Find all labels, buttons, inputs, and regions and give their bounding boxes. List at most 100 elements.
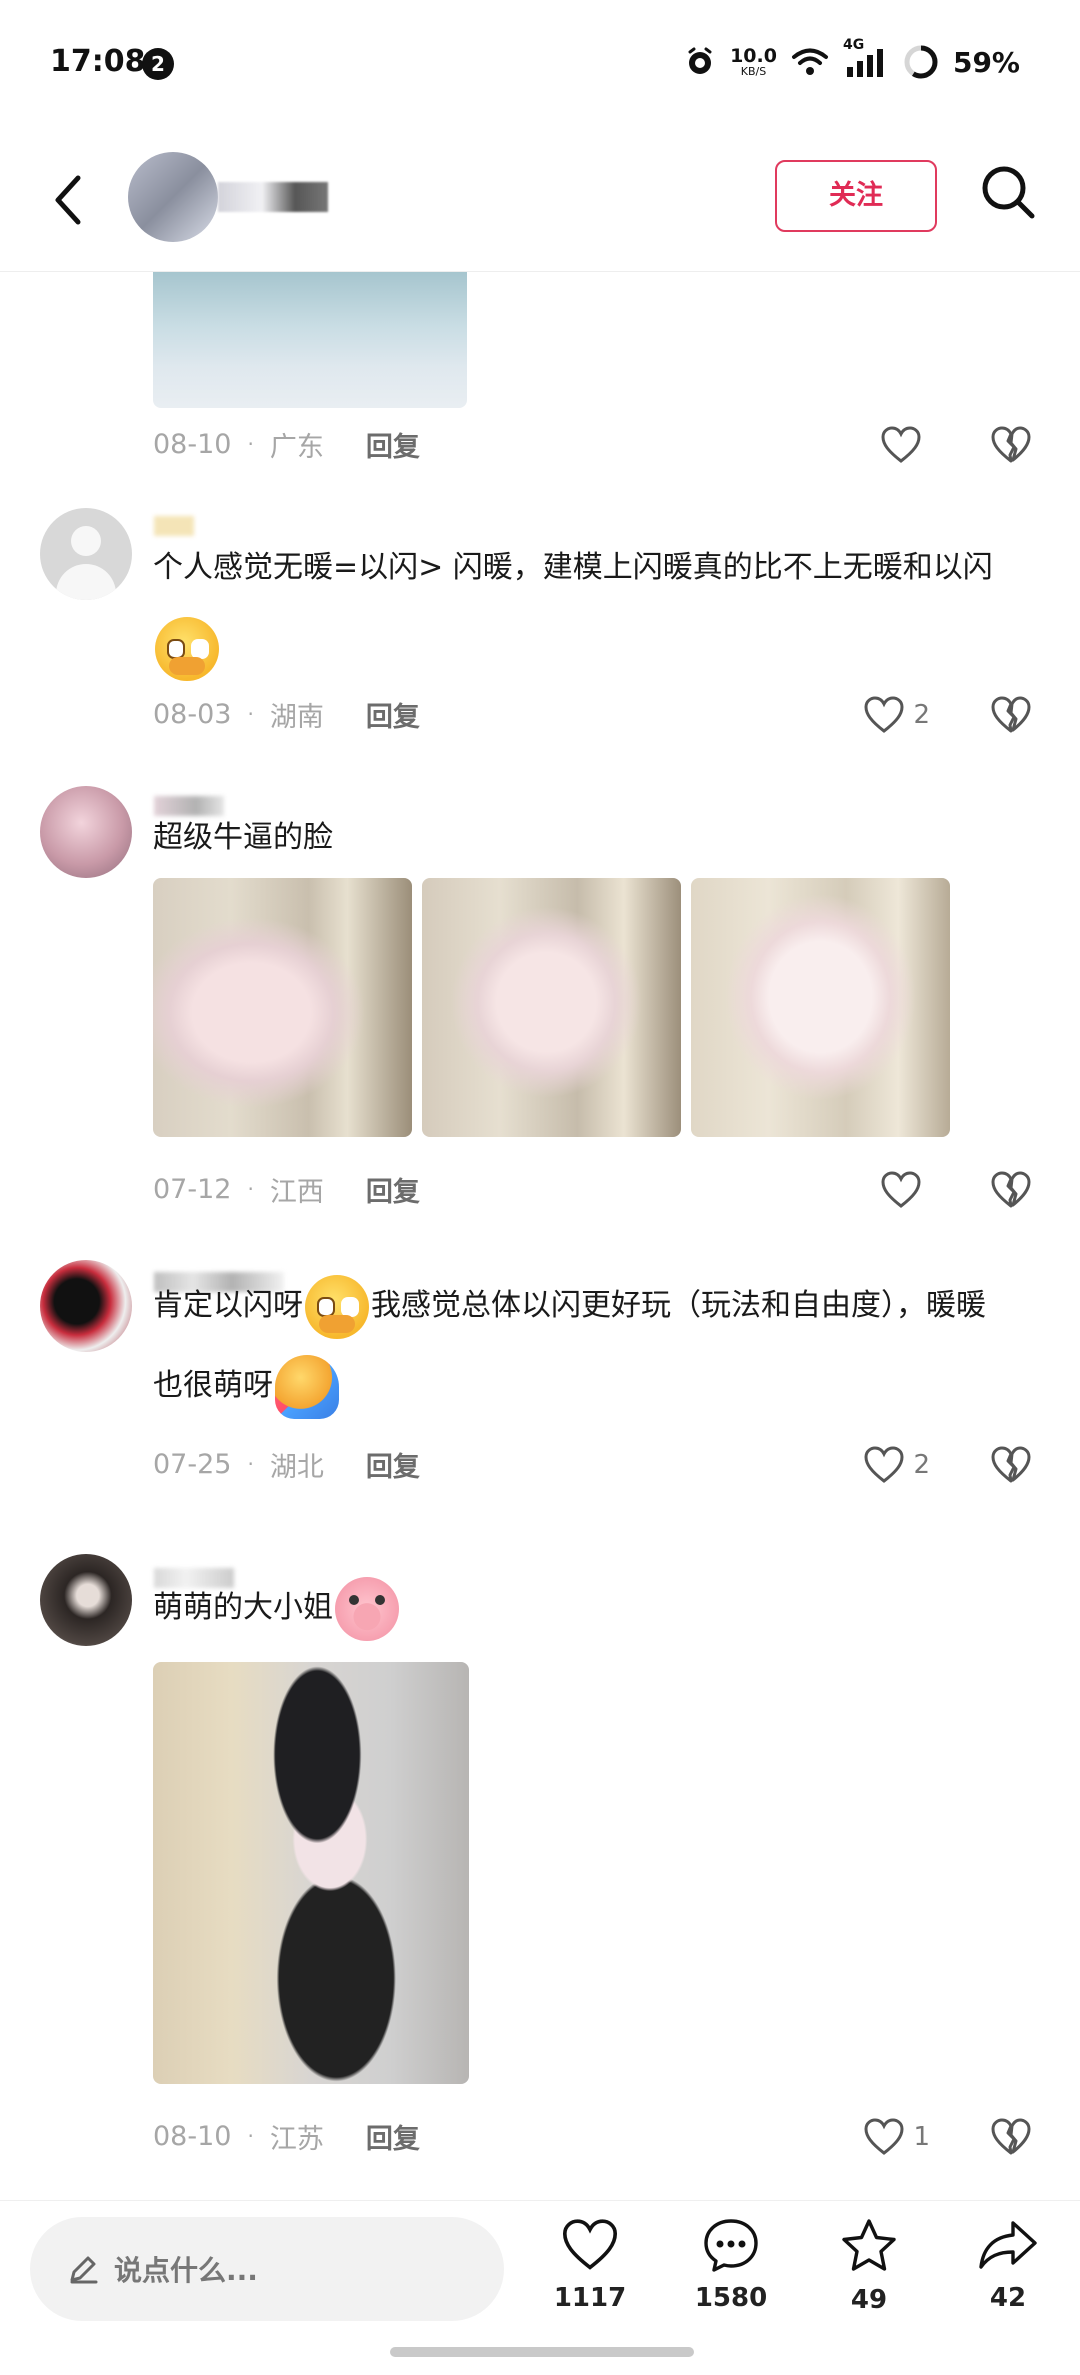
reply-button[interactable]: 回复 [366, 695, 420, 734]
like-button[interactable]: 1 [863, 2117, 930, 2157]
comment-actions: 1 [863, 2114, 1032, 2160]
comment-text-body: 个人感觉无暖=以闪> 闪暖，建模上闪暖真的比不上无暖和以闪 [153, 550, 993, 585]
commenter-avatar[interactable] [40, 786, 132, 878]
like-post-button[interactable]: 1117 [535, 2217, 645, 2357]
author-name-obscured [218, 182, 328, 212]
like-count: 2 [913, 700, 930, 730]
comment-text-body: 萌萌的大小姐 [153, 1590, 333, 1625]
comment-item: 萌萌的大小姐 08-10 · 江苏 回复 1 [0, 1554, 1080, 2194]
favorites-count: 49 [850, 2285, 888, 2315]
comment-text: 肯定以闪呀 我感觉总体以闪更好玩（玩法和自由度），暖暖 也很萌呀 [153, 1266, 1033, 1426]
comment-text: 超级牛逼的脸 [153, 798, 1033, 878]
battery-ring-icon [904, 45, 938, 79]
comment-text: 萌萌的大小姐 [153, 1568, 1033, 1648]
crying-emoji-icon [155, 616, 219, 681]
comment-item: 个人感觉无暖=以闪> 闪暖，建模上闪暖真的比不上无暖和以闪 08-03 · 湖南… [0, 508, 1080, 768]
comment-location: 江苏 [269, 2123, 324, 2155]
reply-button[interactable]: 回复 [366, 425, 420, 464]
dislike-button[interactable] [990, 425, 1032, 465]
comment-image[interactable] [153, 1662, 469, 2084]
like-button[interactable] [880, 425, 930, 465]
net-speed: 10.0 KB/S [730, 45, 777, 78]
heart-icon [881, 1171, 921, 1208]
heart-icon [864, 696, 904, 733]
separator-dot: · [247, 432, 254, 456]
heart-icon [864, 1446, 904, 1483]
separator-dot: · [247, 1452, 254, 1476]
favorite-button[interactable]: 49 [814, 2217, 924, 2357]
status-time: 17:08 [50, 44, 146, 79]
comment-actions: 2 [863, 692, 1032, 738]
comment-item: 08-10 · 广东 回复 [0, 272, 1080, 472]
comment-image[interactable] [422, 878, 681, 1137]
separator-dot: · [247, 2124, 254, 2148]
comment-location: 湖南 [269, 701, 324, 733]
like-button[interactable]: 2 [863, 1445, 930, 1485]
comment-meta: 07-25 · 湖北 回复 [153, 1444, 420, 1484]
comment-feed[interactable]: 08-10 · 广东 回复 个人感觉无暖=以闪> 闪暖，建模上闪暖真的比不上无暖… [0, 272, 1080, 2200]
top-header: 关注 [0, 130, 1080, 272]
notification-badge: 2 [142, 48, 174, 80]
dislike-button[interactable] [990, 1170, 1032, 1210]
dislike-button[interactable] [990, 1445, 1032, 1485]
comments-count: 1580 [694, 2283, 768, 2313]
comment-date: 08-03 [153, 698, 232, 730]
comment-image[interactable] [153, 272, 467, 408]
broken-heart-icon [991, 696, 1031, 733]
comment-actions [880, 422, 1032, 468]
like-button[interactable]: 2 [863, 695, 930, 735]
search-icon[interactable] [976, 160, 1040, 224]
hug-emoji-icon [275, 1354, 339, 1419]
comment-item: 超级牛逼的脸 07-12 · 江西 回复 [0, 786, 1080, 1246]
comments-button[interactable]: 1580 [676, 2217, 786, 2357]
commenter-avatar[interactable] [40, 508, 132, 600]
broken-heart-icon [991, 1446, 1031, 1483]
follow-button[interactable]: 关注 [775, 160, 937, 232]
dislike-button[interactable] [990, 2117, 1032, 2157]
comment-meta: 07-12 · 江西 回复 [153, 1169, 420, 1209]
signal-icon [846, 49, 883, 77]
separator-dot: · [247, 702, 254, 726]
comment-image[interactable] [153, 878, 412, 1137]
comment-text: 个人感觉无暖=以闪> 闪暖，建模上闪暖真的比不上无暖和以闪 [153, 528, 1033, 688]
home-indicator[interactable] [390, 2347, 694, 2357]
reply-button[interactable]: 回复 [366, 1445, 420, 1484]
like-count: 1 [913, 2122, 930, 2152]
comment-meta: 08-10 · 江苏 回复 [153, 2116, 420, 2156]
dislike-button[interactable] [990, 695, 1032, 735]
comment-location: 江西 [269, 1176, 324, 1208]
shares-count: 42 [989, 2283, 1027, 2313]
back-icon[interactable] [44, 170, 94, 230]
net-speed-value: 10.0 [730, 45, 777, 67]
heart-icon [864, 2118, 904, 2155]
share-button[interactable]: 42 [953, 2217, 1063, 2357]
comment-text-body: 也很萌呀 [153, 1368, 273, 1403]
comment-date: 07-25 [153, 1448, 232, 1480]
crying-emoji-icon [305, 1274, 369, 1339]
status-bar: 17:08 2 10.0 KB/S 4G 59% [0, 0, 1080, 130]
comment-image[interactable] [691, 878, 950, 1137]
comment-location: 湖北 [269, 1451, 324, 1483]
share-arrow-icon [979, 2221, 1037, 2269]
signal-indicator: 4G [843, 37, 889, 79]
comment-actions: 2 [863, 1442, 1032, 1488]
comment-text-body: 超级牛逼的脸 [153, 820, 333, 855]
comment-text-body: 我感觉总体以闪更好玩（玩法和自由度），暖暖 [371, 1288, 986, 1323]
comment-date: 07-12 [153, 1173, 232, 1205]
commenter-avatar[interactable] [40, 1260, 132, 1352]
commenter-avatar[interactable] [40, 1554, 132, 1646]
pig-emoji-icon [335, 1576, 399, 1641]
broken-heart-icon [991, 2118, 1031, 2155]
comment-date: 08-10 [153, 2120, 232, 2152]
comment-location: 广东 [269, 431, 324, 463]
reply-button[interactable]: 回复 [366, 1170, 420, 1209]
author-avatar[interactable] [128, 152, 218, 242]
comment-actions [880, 1167, 1032, 1213]
comment-input-placeholder: 说点什么... [114, 2254, 258, 2287]
comment-input[interactable]: 说点什么... [30, 2217, 504, 2321]
broken-heart-icon [991, 426, 1031, 463]
battery-percent: 59% [952, 45, 1020, 79]
like-button[interactable] [880, 1170, 930, 1210]
likes-count: 1117 [553, 2283, 627, 2313]
reply-button[interactable]: 回复 [366, 2117, 420, 2156]
